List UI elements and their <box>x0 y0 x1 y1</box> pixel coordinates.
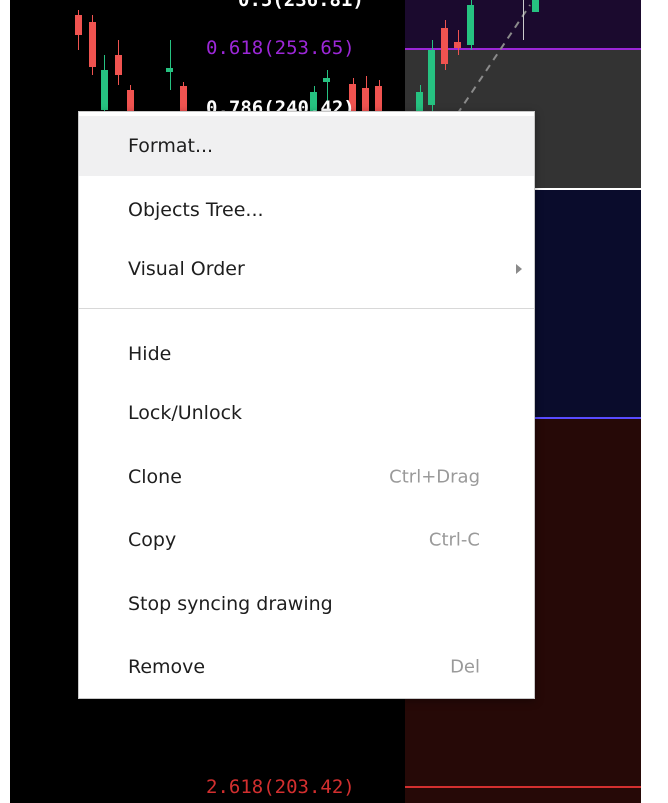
menu-item-lock-unlock[interactable]: Lock/Unlock <box>79 383 534 443</box>
menu-item-label: Hide <box>128 343 172 365</box>
candle <box>166 68 173 72</box>
menu-item-shortcut: Ctrl-C <box>428 529 480 551</box>
menu-item-label: Visual Order <box>128 258 245 280</box>
menu-item-clone[interactable]: Clone Ctrl+Drag <box>79 447 534 507</box>
menu-item-copy[interactable]: Copy Ctrl-C <box>79 510 534 570</box>
candle <box>441 28 448 64</box>
menu-item-shortcut: Del <box>450 656 480 678</box>
candle <box>532 0 539 12</box>
candle-wick <box>170 40 171 90</box>
window-edge-left <box>0 0 10 803</box>
candle <box>362 88 369 111</box>
menu-item-format[interactable]: Format... <box>79 116 534 176</box>
candle <box>467 5 474 45</box>
menu-item-shortcut: Ctrl+Drag <box>389 466 480 488</box>
context-menu: Format... Objects Tree... Visual Order H… <box>78 111 535 699</box>
candle <box>127 90 134 111</box>
submenu-arrow-icon <box>516 264 522 274</box>
fib-label-05: 0.5(236.81) <box>238 0 364 11</box>
menu-item-label: Copy <box>128 529 177 551</box>
menu-item-objects-tree[interactable]: Objects Tree... <box>79 180 534 240</box>
menu-item-label: Remove <box>128 656 206 678</box>
menu-item-visual-order[interactable]: Visual Order <box>79 239 534 299</box>
menu-item-label: Lock/Unlock <box>128 402 243 424</box>
fib-label-2618: 2.618(203.42) <box>206 776 355 798</box>
menu-item-hide[interactable]: Hide <box>79 324 534 384</box>
menu-item-label: Format... <box>128 135 214 157</box>
menu-item-remove[interactable]: Remove Del <box>79 637 534 697</box>
menu-item-stop-syncing[interactable]: Stop syncing drawing <box>79 574 534 634</box>
candle <box>428 50 435 105</box>
candle <box>323 78 330 82</box>
candle <box>375 86 382 111</box>
window-edge-right <box>641 0 668 803</box>
candle <box>75 15 82 35</box>
menu-item-label: Objects Tree... <box>128 199 264 221</box>
menu-item-label: Stop syncing drawing <box>128 593 333 615</box>
menu-item-label: Clone <box>128 466 182 488</box>
fib-level-line-2618[interactable] <box>405 786 641 788</box>
candle <box>416 92 423 111</box>
candle <box>115 55 122 75</box>
candle <box>454 42 461 48</box>
candle-wick <box>523 0 524 40</box>
candle <box>101 70 108 110</box>
candle <box>180 86 187 111</box>
menu-separator <box>79 308 534 309</box>
candle <box>89 22 96 67</box>
fib-label-0618: 0.618(253.65) <box>206 37 355 59</box>
